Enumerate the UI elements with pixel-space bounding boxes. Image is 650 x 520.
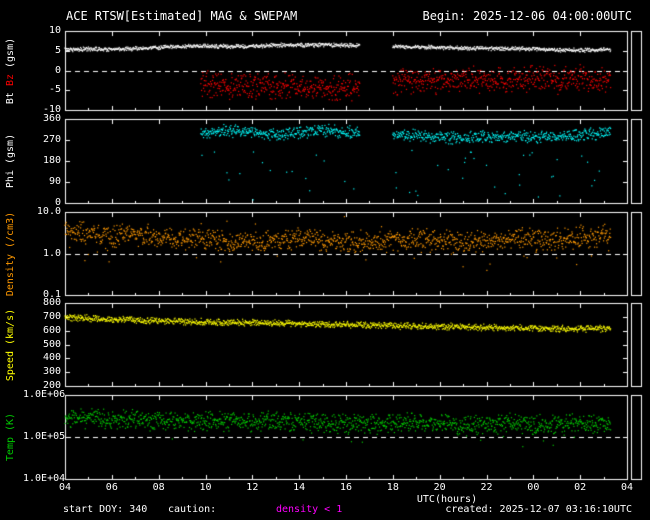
ace-rtsw-plot: ACE RTSW[Estimated] MAG & SWEPAM Begin: … [0, 0, 650, 520]
y-tick-label: 700 [42, 310, 61, 322]
caution-label: caution: [168, 504, 217, 515]
y-tick-label: 270 [42, 134, 61, 145]
x-tick-label: 16 [339, 482, 353, 493]
x-tick-label: 18 [386, 482, 399, 493]
x-tick-label: 08 [152, 482, 165, 493]
x-tick-label: 06 [105, 482, 118, 493]
plot-canvas [0, 0, 650, 520]
y-axis-title-part: Speed (km/s) [5, 308, 16, 381]
x-tick-label: 04 [620, 482, 634, 493]
begin-timestamp: Begin: 2025-12-06 04:00:00UTC [422, 9, 632, 23]
x-tick-label: 14 [293, 482, 306, 493]
y-tick-label: 10.0 [36, 206, 61, 217]
x-tick-label: 04 [58, 482, 72, 493]
y-tick-label: -5 [48, 84, 61, 96]
y-tick-label: 1.0E+05 [23, 431, 66, 442]
y-tick-label: 500 [42, 338, 61, 350]
caution-value: density < 1 [276, 504, 343, 515]
y-tick-label: 360 [42, 113, 61, 124]
y-axis-title: Bt Bz (gsm) [5, 37, 16, 104]
y-axis-title-part: Bt [5, 91, 16, 104]
y-axis-title: Phi (gsm) [5, 133, 16, 189]
y-tick-label: 1.0E+06 [23, 389, 66, 400]
x-tick-label: 12 [246, 482, 259, 493]
x-tick-label: 00 [527, 482, 540, 493]
y-axis-title: Density (/cm3) [5, 211, 16, 296]
y-tick-label: 10 [48, 25, 61, 36]
y-axis-title-part: Density (/cm3) [5, 211, 16, 296]
x-tick-label: 22 [480, 482, 493, 493]
y-axis-title: Temp (K) [5, 412, 16, 462]
y-axis-title-part: Temp (K) [5, 412, 16, 462]
x-tick-label: 02 [574, 482, 587, 493]
y-tick-label: 800 [42, 297, 61, 308]
y-tick-label: 300 [42, 366, 61, 378]
page-title: ACE RTSW[Estimated] MAG & SWEPAM [66, 9, 298, 23]
y-tick-label: 1.0 [42, 247, 61, 259]
y-tick-label: 90 [48, 176, 61, 187]
y-axis-title-part: (gsm) [5, 37, 16, 74]
y-axis-title-part: Bz [5, 73, 16, 92]
y-tick-label: 0 [54, 64, 61, 76]
y-axis-title: Speed (km/s) [5, 308, 16, 381]
start-doy-label: start DOY: 340 [63, 504, 148, 515]
y-axis-title-part: Phi (gsm) [5, 133, 16, 189]
x-tick-label: 10 [199, 482, 212, 493]
y-tick-label: 5 [54, 44, 61, 56]
x-tick-label: 20 [433, 482, 446, 493]
y-tick-label: 180 [42, 155, 61, 166]
y-tick-label: 600 [42, 324, 61, 336]
y-tick-label: 400 [42, 352, 61, 364]
created-timestamp: created: 2025-12-07 03:16:10UTC [445, 504, 632, 515]
